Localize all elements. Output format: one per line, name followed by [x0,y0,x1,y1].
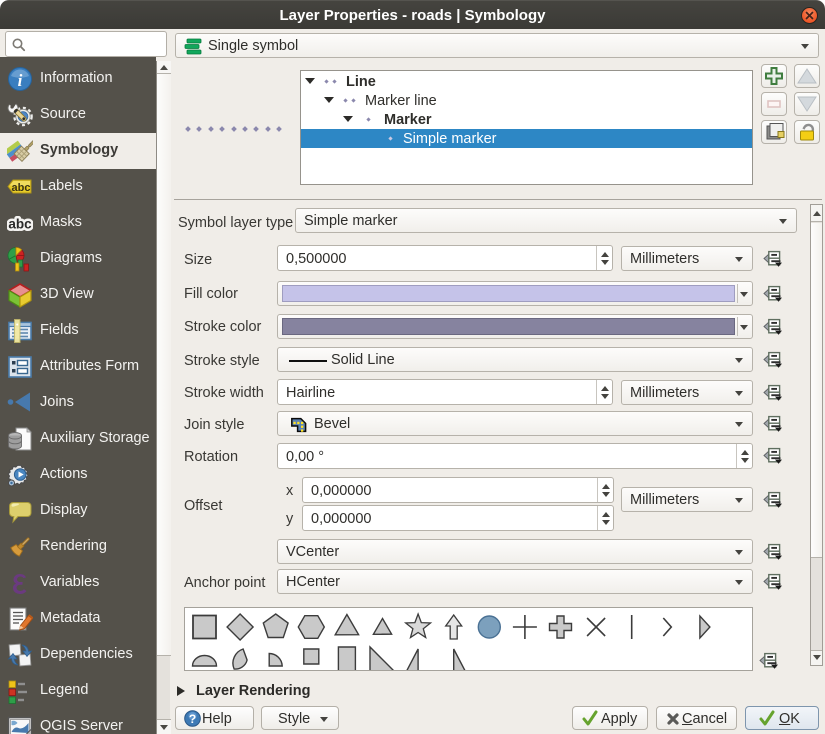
svg-text:i: i [18,71,23,90]
svg-text:?: ? [189,712,196,726]
svg-text:abc: abc [12,182,31,194]
svg-text:abc: abc [8,217,32,232]
